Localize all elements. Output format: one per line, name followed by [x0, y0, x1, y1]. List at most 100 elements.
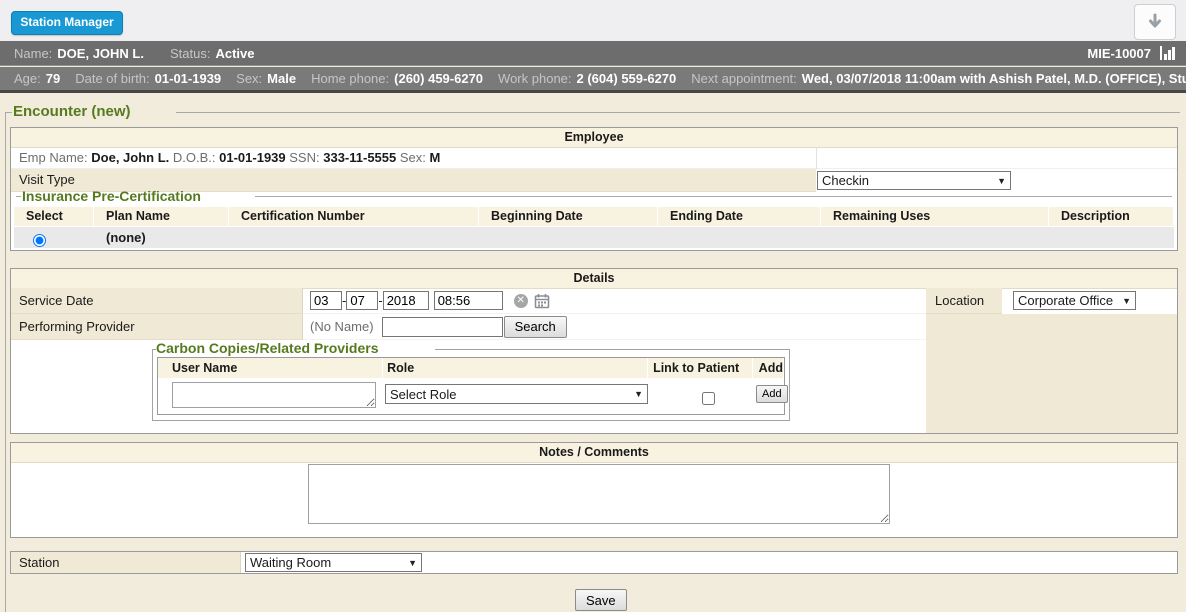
demo-item-sex: Sex: Male — [236, 71, 296, 86]
time-input[interactable] — [434, 291, 503, 310]
demo-item-home-phone: Home phone: (260) 459-6270 — [311, 71, 483, 86]
insurance-column-remaining-uses: Remaining Uses — [821, 207, 1048, 226]
employee-info-row: Emp Name: Doe, John L. D.O.B.: 01-01-193… — [11, 147, 1177, 169]
demo-label: Next appointment: — [691, 71, 797, 86]
demo-value: Male — [267, 71, 296, 86]
insurance-border — [16, 196, 21, 197]
details-right-spacer — [926, 314, 1177, 433]
station-manager-button[interactable]: Station Manager — [11, 11, 123, 35]
encounter-legend: Encounter (new) — [13, 103, 131, 120]
visit-type-selected-value: Checkin — [822, 173, 869, 188]
notes-textarea[interactable] — [308, 464, 890, 524]
download-icon — [1146, 13, 1164, 31]
employee-section-title: Employee — [11, 128, 1177, 148]
demo-item-dob: Date of birth: 01-01-1939 — [75, 71, 221, 86]
encounter-border — [176, 112, 1180, 113]
insurance-column-cert-number: Certification Number — [229, 207, 478, 226]
emp-ssn-value: 333-11-5555 — [323, 150, 396, 165]
insurance-border — [255, 196, 1172, 197]
demo-label: Work phone: — [498, 71, 571, 86]
download-button[interactable] — [1134, 4, 1176, 40]
details-section: Details Service Date - - ✕ Lo — [10, 268, 1178, 434]
add-button[interactable]: Add — [756, 385, 788, 403]
visit-type-select[interactable]: Checkin ▼ — [817, 171, 1011, 190]
emp-sex-label: Sex: — [400, 150, 426, 165]
encounter-border — [5, 112, 6, 612]
demo-value: 01-01-1939 — [155, 71, 222, 86]
date-day-input[interactable] — [346, 291, 378, 310]
location-label: Location — [926, 288, 1002, 314]
date-year-input[interactable] — [383, 291, 429, 310]
demo-item-age: Age: 79 — [14, 71, 60, 86]
insurance-precert-table: Select Plan Name Certification Number Be… — [14, 207, 1174, 248]
clear-date-icon[interactable]: ✕ — [514, 294, 528, 308]
search-button[interactable]: Search — [504, 316, 567, 338]
demo-value: (260) 459-6270 — [394, 71, 483, 86]
encounter-border — [5, 112, 12, 113]
emp-dob-value: 01-01-1939 — [219, 150, 286, 165]
link-to-patient-checkbox[interactable] — [702, 392, 715, 405]
station-section: Station Waiting Room ▼ — [10, 551, 1178, 574]
no-name-text: (No Name) — [310, 319, 374, 334]
emp-sex-value: M — [430, 150, 441, 165]
emp-name-value: Doe, John L. — [91, 150, 169, 165]
emp-dob-label: D.O.B.: — [173, 150, 216, 165]
column-header-link-to-patient: Link to Patient — [648, 358, 752, 378]
insurance-column-select: Select — [14, 207, 93, 226]
status-value: Active — [215, 46, 254, 61]
chevron-down-icon: ▼ — [997, 176, 1006, 186]
service-date-row: - - ✕ — [303, 288, 926, 314]
user-name-textarea[interactable] — [172, 382, 376, 408]
performing-provider-label: Performing Provider — [11, 314, 303, 340]
column-header-role: Role — [383, 358, 647, 378]
carbon-copies-header-row: User Name Role Link to Patient Add — [158, 358, 784, 378]
demo-value: 2 (604) 559-6270 — [577, 71, 677, 86]
role-select[interactable]: Select Role ▼ — [385, 384, 648, 404]
details-section-title: Details — [11, 269, 1177, 289]
insurance-precert-legend: Insurance Pre-Certification — [22, 188, 201, 204]
calendar-icon[interactable] — [534, 293, 550, 309]
top-toolbar: Station Manager — [0, 0, 1186, 41]
date-month-input[interactable] — [310, 291, 342, 310]
service-date-label: Service Date — [11, 288, 303, 314]
column-header-user-name: User Name — [158, 358, 382, 378]
chevron-down-icon: ▼ — [634, 389, 643, 399]
patient-header-bar: Name: DOE, JOHN L. Status: Active MIE-10… — [0, 41, 1186, 66]
emp-ssn-label: SSN: — [289, 150, 319, 165]
demographics-bar: Age: 79 Date of birth: 01-01-1939 Sex: M… — [0, 67, 1186, 93]
insurance-column-description: Description — [1049, 207, 1173, 226]
notes-section: Notes / Comments — [10, 442, 1178, 538]
demo-value: Wed, 03/07/2018 11:00am with Ashish Pate… — [802, 71, 1186, 86]
carbon-copies-table: User Name Role Link to Patient Add Selec… — [157, 357, 785, 415]
insurance-select-radio[interactable] — [33, 234, 46, 247]
plan-name-value: (none) — [106, 230, 146, 245]
station-select[interactable]: Waiting Room ▼ — [245, 553, 422, 572]
provider-search-input[interactable] — [382, 317, 503, 337]
role-selected-value: Select Role — [390, 387, 456, 402]
demo-label: Date of birth: — [75, 71, 149, 86]
demo-label: Age: — [14, 71, 41, 86]
status-label: Status: — [170, 46, 210, 61]
patient-name-label: Name: — [14, 46, 52, 61]
patient-name-value: DOE, JOHN L. — [57, 46, 144, 61]
notes-section-title: Notes / Comments — [11, 443, 1177, 463]
demo-label: Home phone: — [311, 71, 389, 86]
chevron-down-icon: ▼ — [1122, 296, 1131, 306]
bar-chart-icon[interactable] — [1159, 45, 1178, 61]
insurance-column-beginning-date: Beginning Date — [479, 207, 657, 226]
save-button[interactable]: Save — [575, 589, 627, 611]
demo-label: Sex: — [236, 71, 262, 86]
performing-provider-row: (No Name) Search — [303, 314, 926, 340]
cell-divider — [816, 147, 817, 169]
station-selected-value: Waiting Room — [250, 555, 331, 570]
location-selected-value: Corporate Office — [1018, 293, 1113, 308]
record-id: MIE-10007 — [1087, 46, 1151, 61]
demo-item-next-appointment: Next appointment: Wed, 03/07/2018 11:00a… — [691, 71, 1186, 86]
location-select[interactable]: Corporate Office ▼ — [1013, 291, 1136, 310]
insurance-column-ending-date: Ending Date — [658, 207, 820, 226]
station-label: Station — [11, 552, 241, 573]
station-manager-screen: Station Manager Name: DOE, JOHN L. Statu… — [0, 0, 1186, 612]
employee-section: Employee Emp Name: Doe, John L. D.O.B.: … — [10, 127, 1178, 251]
insurance-table-row: (none) — [14, 227, 1174, 248]
emp-name-label: Emp Name: — [19, 150, 88, 165]
